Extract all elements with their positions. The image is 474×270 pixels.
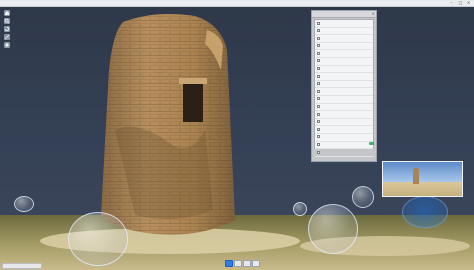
title-bar: – □ × [0,0,474,7]
stone-tower-model[interactable] [95,10,240,242]
layer-checkbox[interactable] [317,89,320,93]
layer-label [323,66,367,72]
layer-checkbox[interactable] [317,105,320,109]
layer-label [323,142,367,148]
layer-label [323,73,367,79]
layer-checkbox[interactable] [317,36,320,40]
layer-row[interactable] [315,50,373,58]
status-bar [2,263,42,269]
layer-checkbox[interactable] [317,59,320,63]
close-icon[interactable]: × [466,1,471,5]
layer-row[interactable] [315,104,373,112]
layer-label [323,81,367,87]
layer-list [314,19,374,157]
maximize-icon[interactable]: □ [458,1,463,5]
layer-label [323,50,367,56]
apply-button[interactable] [369,142,374,145]
layer-checkbox[interactable] [317,29,320,33]
bubble-marker[interactable] [308,204,358,254]
layer-checkbox[interactable] [317,97,320,101]
layer-row[interactable] [315,43,373,51]
layer-checkbox[interactable] [317,120,320,124]
bubble-marker[interactable] [402,196,448,228]
layer-row[interactable] [315,126,373,134]
viewer-app: – □ × × [0,0,474,270]
layer-checkbox[interactable] [317,135,320,139]
layer-label [323,43,367,49]
layer-label [323,111,367,117]
layer-checkbox[interactable] [317,150,320,154]
layer-checkbox[interactable] [317,51,320,55]
layer-row[interactable] [315,119,373,127]
layer-label [323,20,367,26]
layer-label [323,35,367,41]
layer-checkbox[interactable] [317,127,320,131]
layer-row[interactable] [315,88,373,96]
layer-row[interactable] [315,66,373,74]
home-icon[interactable] [4,10,10,16]
rotate-icon[interactable] [4,26,10,32]
preview-sky [383,162,462,183]
properties-panel: × [311,10,377,162]
settings-icon[interactable] [4,42,10,48]
layer-checkbox[interactable] [317,44,320,48]
layer-label [323,104,367,110]
layer-checkbox[interactable] [317,112,320,116]
layer-label [323,126,367,132]
layer-checkbox[interactable] [317,82,320,86]
panorama-preview[interactable] [382,161,463,197]
layer-row[interactable] [315,96,373,104]
layer-row[interactable] [315,58,373,66]
page-navigator [225,260,263,268]
layer-label [323,134,367,140]
preview-tower [413,168,419,184]
bubble-marker[interactable] [352,186,374,208]
zoom-icon[interactable] [4,18,10,24]
layer-checkbox[interactable] [317,21,320,25]
layer-row[interactable] [315,134,373,142]
layer-checkbox[interactable] [317,143,320,146]
layer-label [323,58,367,64]
window-title [160,0,310,6]
page-button[interactable] [225,260,233,267]
layer-row[interactable] [315,73,373,81]
layer-label [323,96,367,102]
layer-label [323,149,367,155]
measure-icon[interactable] [4,34,10,40]
layer-row[interactable] [315,81,373,89]
layer-row[interactable] [315,35,373,43]
layer-row[interactable] [315,28,373,36]
layer-row[interactable] [315,149,373,157]
page-button[interactable] [252,260,260,267]
layer-checkbox[interactable] [317,67,320,71]
bubble-marker[interactable] [68,212,128,266]
page-button[interactable] [243,260,251,267]
preview-ground [383,182,462,196]
panel-header: × [312,11,376,18]
layer-label [323,119,367,125]
layer-label [323,88,367,94]
close-icon[interactable]: × [372,11,375,17]
layer-row[interactable] [315,111,373,119]
layer-label [323,28,367,34]
layer-checkbox[interactable] [317,74,320,78]
layer-row[interactable] [315,20,373,28]
layer-row[interactable] [315,142,373,150]
page-button[interactable] [234,260,242,267]
bubble-marker[interactable] [293,202,307,216]
minimize-icon[interactable]: – [449,1,454,5]
bubble-marker[interactable] [14,196,34,212]
